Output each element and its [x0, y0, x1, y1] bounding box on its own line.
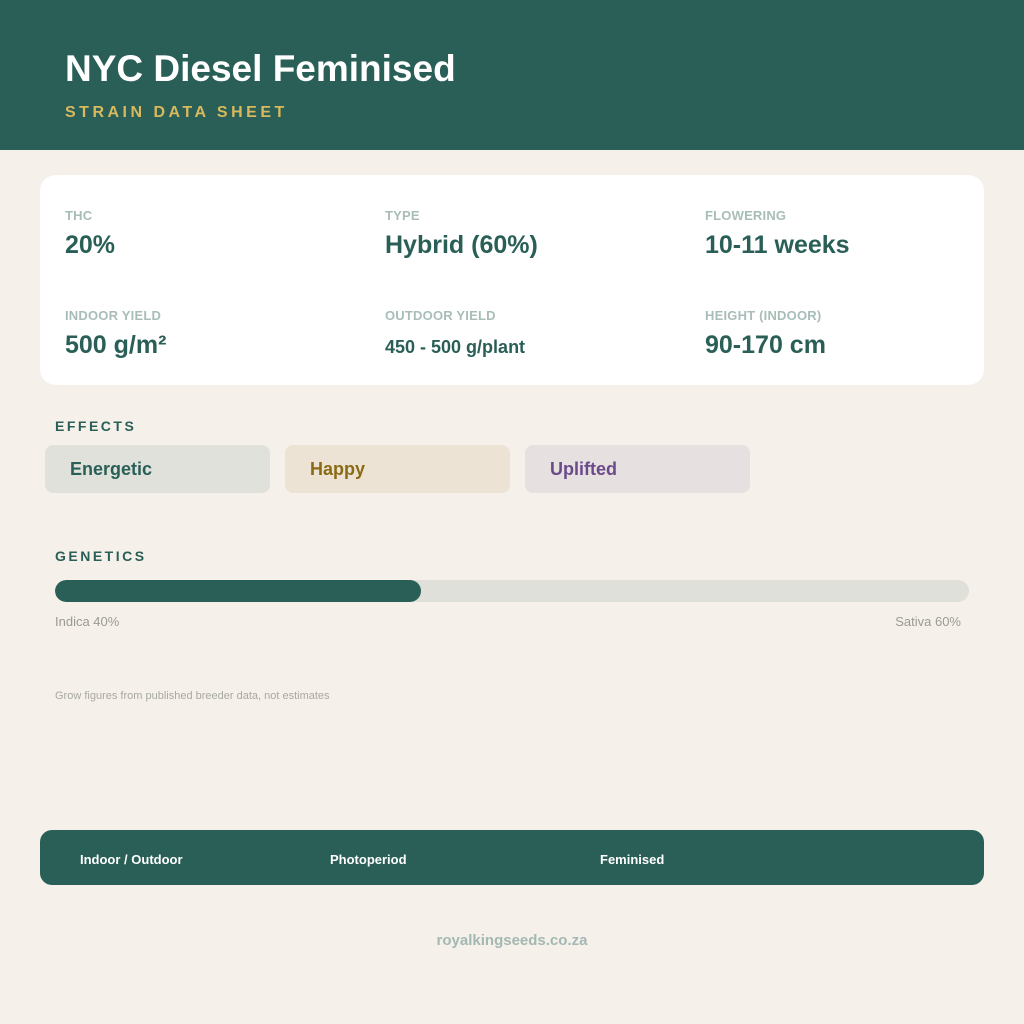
- stat-flowering: FLOWERING 10-11 weeks: [705, 208, 850, 260]
- stat-value: 20%: [65, 231, 116, 259]
- data-source-note: Grow figures from published breeder data…: [55, 690, 330, 702]
- effect-chip-energetic: Energetic: [45, 445, 270, 493]
- stat-thc: THC 20%: [65, 208, 115, 260]
- stat-type: TYPE Hybrid (60%): [385, 208, 538, 260]
- footer-item-photoperiod: Photoperiod: [330, 852, 407, 867]
- effects-heading: EFFECTS: [55, 418, 137, 434]
- page-subtitle: STRAIN DATA SHEET: [65, 104, 288, 121]
- effect-chip-uplifted: Uplifted: [525, 445, 750, 493]
- footer-item-indoor-outdoor: Indoor / Outdoor: [80, 852, 183, 867]
- stat-height-indoor: HEIGHT (INDOOR) 90-170 cm: [705, 308, 826, 360]
- footer-item-feminised: Feminised: [600, 852, 665, 867]
- indica-label: Indica 40%: [55, 614, 120, 629]
- stat-label: INDOOR YIELD: [65, 308, 162, 323]
- stat-label: FLOWERING: [705, 208, 787, 223]
- stat-outdoor-yield: OUTDOOR YIELD 450 - 500 g/plant: [385, 308, 525, 358]
- stat-label: THC: [65, 208, 93, 223]
- genetics-bar: [55, 580, 969, 602]
- stat-value: 500 g/m²: [65, 331, 167, 359]
- stats-card: THC 20% TYPE Hybrid (60%) FLOWERING 10-1…: [40, 175, 984, 385]
- footer-bar: Indoor / Outdoor Photoperiod Feminised: [40, 830, 984, 885]
- genetics-heading: GENETICS: [55, 548, 147, 564]
- stat-value: 90-170 cm: [705, 331, 826, 359]
- website-link[interactable]: royalkingseeds.co.za: [0, 932, 1024, 949]
- stat-label: OUTDOOR YIELD: [385, 308, 496, 323]
- stat-value: Hybrid (60%): [385, 231, 538, 259]
- indica-bar-fill: [55, 580, 421, 602]
- stat-value: 450 - 500 g/plant: [385, 337, 526, 357]
- effect-chip-happy: Happy: [285, 445, 510, 493]
- stat-label: TYPE: [385, 208, 420, 223]
- header-banner: NYC Diesel Feminised STRAIN DATA SHEET: [0, 0, 1024, 150]
- stat-value: 10-11 weeks: [705, 231, 850, 259]
- sativa-label: Sativa 60%: [895, 614, 961, 629]
- page-title: NYC Diesel Feminised: [65, 48, 456, 89]
- stat-label: HEIGHT (INDOOR): [705, 308, 822, 323]
- stat-indoor-yield: INDOOR YIELD 500 g/m²: [65, 308, 166, 360]
